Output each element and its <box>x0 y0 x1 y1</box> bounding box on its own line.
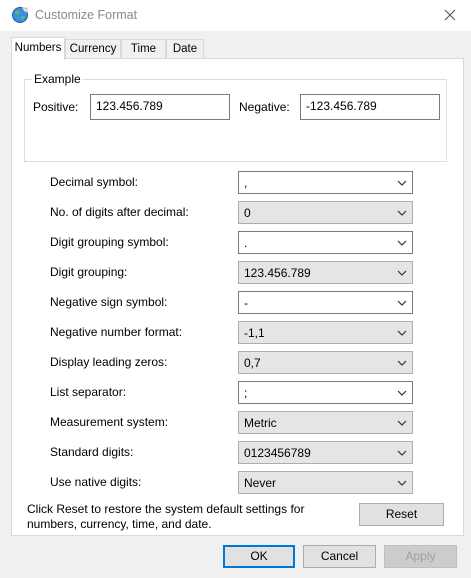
digit-grouping-label: Digit grouping: <box>50 265 128 279</box>
ok-button[interactable]: OK <box>223 545 295 568</box>
numbers-tab-panel: Example Positive: 123.456.789 Negative: … <box>11 58 464 536</box>
negative-sign-symbol-value: - <box>244 296 248 310</box>
list-separator-label: List separator: <box>50 385 127 399</box>
digit-grouping-symbol-label: Digit grouping symbol: <box>50 235 169 249</box>
reset-help-text: Click Reset to restore the system defaul… <box>27 502 305 531</box>
chevron-down-icon <box>397 360 407 366</box>
cancel-button[interactable]: Cancel <box>303 545 376 568</box>
chevron-down-icon <box>397 270 407 276</box>
customize-format-dialog: Customize Format Numbers Currency Time D… <box>0 0 471 578</box>
negative-number-format-value: -1,1 <box>244 326 265 340</box>
use-native-digits-label: Use native digits: <box>50 475 142 489</box>
chevron-down-icon <box>397 390 407 396</box>
display-leading-zeros-select[interactable]: 0,7 <box>238 351 413 374</box>
chevron-down-icon <box>397 450 407 456</box>
decimal-symbol-label: Decimal symbol: <box>50 175 139 189</box>
standard-digits-value: 0123456789 <box>244 446 311 460</box>
negative-number-format-label: Negative number format: <box>50 325 183 339</box>
list-separator-value: ; <box>244 386 248 400</box>
tab-time[interactable]: Time <box>121 39 166 59</box>
digit-grouping-select[interactable]: 123.456.789 <box>238 261 413 284</box>
apply-button[interactable]: Apply <box>384 545 457 568</box>
tab-numbers[interactable]: Numbers <box>11 37 65 60</box>
tab-date[interactable]: Date <box>166 39 204 59</box>
measurement-system-label: Measurement system: <box>50 415 169 429</box>
standard-digits-label: Standard digits: <box>50 445 134 459</box>
example-legend: Example <box>32 72 83 86</box>
window-title: Customize Format <box>35 8 138 22</box>
decimal-symbol-value: , <box>244 176 248 190</box>
positive-example-value: 123.456.789 <box>96 99 163 113</box>
negative-sign-symbol-combo[interactable]: - <box>238 291 413 314</box>
digit-grouping-value: 123.456.789 <box>244 266 311 280</box>
display-leading-zeros-value: 0,7 <box>244 356 261 370</box>
negative-example-value: -123.456.789 <box>306 99 377 113</box>
tab-currency[interactable]: Currency <box>65 39 121 59</box>
negative-sign-symbol-label: Negative sign symbol: <box>50 295 168 309</box>
measurement-system-select[interactable]: Metric <box>238 411 413 434</box>
reset-button[interactable]: Reset <box>359 503 444 526</box>
negative-example-field[interactable]: -123.456.789 <box>300 94 440 120</box>
positive-example-field[interactable]: 123.456.789 <box>90 94 230 120</box>
chevron-down-icon <box>397 300 407 306</box>
digit-grouping-symbol-value: . <box>244 236 248 250</box>
use-native-digits-value: Never <box>244 476 277 490</box>
display-leading-zeros-label: Display leading zeros: <box>50 355 168 369</box>
title-bar: Customize Format <box>0 0 471 31</box>
standard-digits-select[interactable]: 0123456789 <box>238 441 413 464</box>
chevron-down-icon <box>397 420 407 426</box>
negative-number-format-select[interactable]: -1,1 <box>238 321 413 344</box>
digits-after-decimal-select[interactable]: 0 <box>238 201 413 224</box>
use-native-digits-select[interactable]: Never <box>238 471 413 494</box>
chevron-down-icon <box>397 330 407 336</box>
chevron-down-icon <box>397 240 407 246</box>
chevron-down-icon <box>397 180 407 186</box>
close-button[interactable] <box>438 4 462 26</box>
example-group: Example Positive: 123.456.789 Negative: … <box>24 72 447 162</box>
measurement-system-value: Metric <box>244 416 277 430</box>
digits-after-decimal-label: No. of digits after decimal: <box>50 205 189 219</box>
globe-icon <box>12 7 28 23</box>
positive-label: Positive: <box>33 100 79 114</box>
chevron-down-icon <box>397 210 407 216</box>
chevron-down-icon <box>397 480 407 486</box>
digit-grouping-symbol-combo[interactable]: . <box>238 231 413 254</box>
digits-after-decimal-value: 0 <box>244 206 251 220</box>
negative-label: Negative: <box>239 100 290 114</box>
decimal-symbol-combo[interactable]: , <box>238 171 413 194</box>
close-icon <box>444 9 456 21</box>
list-separator-combo[interactable]: ; <box>238 381 413 404</box>
